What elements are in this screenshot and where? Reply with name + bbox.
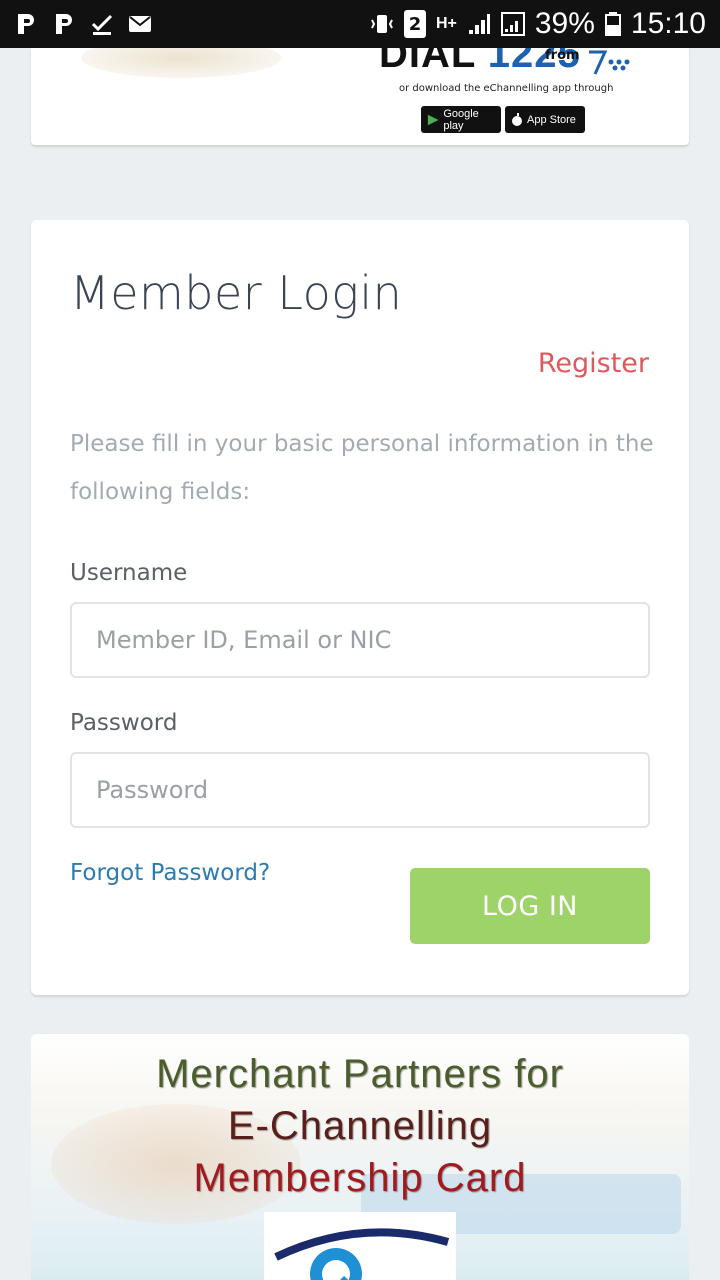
eye-logo bbox=[264, 1212, 456, 1280]
parking-app-icon bbox=[18, 14, 34, 34]
parking-app-icon-2 bbox=[56, 14, 72, 34]
clock: 15:10 bbox=[630, 7, 706, 40]
promo-line-3: Membership Card bbox=[193, 1156, 527, 1200]
status-bar: 2 H+ 39% 15:10 bbox=[0, 0, 720, 48]
network-type: H+ bbox=[435, 15, 457, 32]
ad-dial-prefix: DIAL bbox=[379, 48, 476, 76]
membership-promo-banner[interactable]: Merchant Partners for E-Channelling Memb… bbox=[31, 1034, 689, 1280]
eye-logo-icon bbox=[274, 1228, 450, 1280]
username-label: Username bbox=[70, 560, 188, 586]
email-icon bbox=[129, 16, 151, 32]
notification-icons bbox=[14, 12, 152, 36]
ad-banner[interactable]: DIAL 1225 from or download the eChannell… bbox=[31, 48, 689, 145]
app-store-button[interactable]: App Store bbox=[505, 106, 585, 133]
promo-line-1: Merchant Partners for bbox=[156, 1052, 564, 1096]
google-play-icon bbox=[427, 114, 439, 125]
password-input[interactable] bbox=[70, 752, 650, 828]
ad-from-text: from bbox=[545, 48, 580, 63]
signal-icon bbox=[468, 14, 490, 34]
battery-percent: 39% bbox=[534, 7, 595, 40]
login-description: Please fill in your basic personal infor… bbox=[70, 431, 654, 505]
google-play-label: Google play bbox=[443, 107, 479, 132]
promo-line-2: E-Channelling bbox=[227, 1104, 493, 1148]
password-label: Password bbox=[70, 710, 178, 736]
member-login-card: Member Login Register Please fill in you… bbox=[31, 220, 689, 995]
username-input[interactable] bbox=[70, 602, 650, 678]
ad-image-blur bbox=[81, 48, 281, 78]
register-link[interactable]: Register bbox=[538, 348, 649, 379]
google-play-button[interactable]: Google play bbox=[421, 106, 501, 133]
vibrate-icon bbox=[371, 15, 393, 33]
battery-icon bbox=[604, 12, 621, 36]
login-button[interactable]: LOG IN bbox=[410, 868, 650, 944]
system-icons: 2 H+ 39% 15:10 bbox=[370, 7, 706, 41]
page-title: Member Login bbox=[70, 266, 403, 320]
ad-download-text: or download the eChannelling app through bbox=[399, 83, 614, 94]
carrier-logo-icon bbox=[589, 50, 630, 75]
apple-icon bbox=[512, 112, 522, 126]
signal-icon-2 bbox=[500, 12, 525, 36]
app-store-label: App Store bbox=[527, 113, 576, 126]
forgot-password-link[interactable]: Forgot Password? bbox=[70, 860, 270, 886]
sim-slot-icon: 2 bbox=[403, 10, 426, 38]
task-done-icon bbox=[91, 14, 113, 35]
